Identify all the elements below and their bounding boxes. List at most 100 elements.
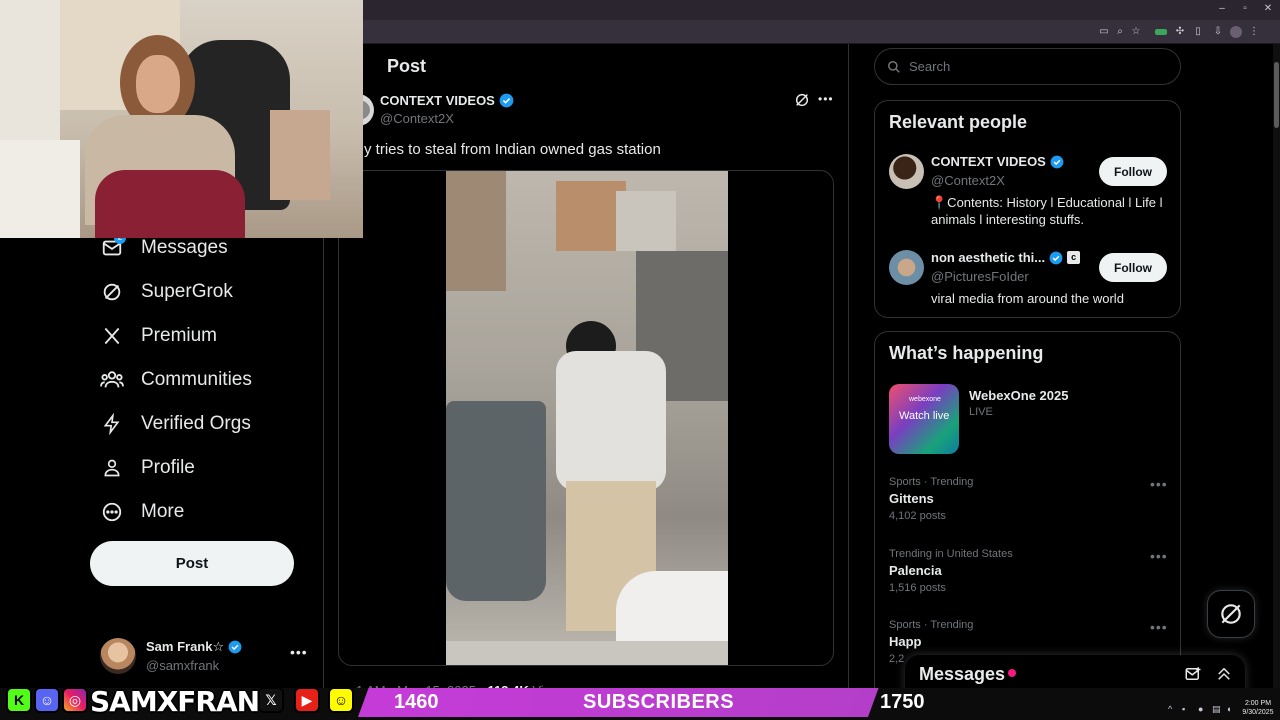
nav-label: Premium — [141, 325, 218, 346]
tweet-author-name-row[interactable]: CONTEXT VIDEOS — [380, 93, 514, 108]
nav-supergrok[interactable]: SuperGrok — [100, 274, 233, 310]
follow-button[interactable]: Follow — [1099, 157, 1167, 186]
puzzle-icon[interactable]: ✣ — [1174, 26, 1186, 38]
nav-label: SuperGrok — [141, 281, 233, 302]
scrollbar[interactable] — [1273, 44, 1280, 688]
x-logo-icon — [100, 324, 124, 348]
tray-app-icon[interactable]: ▪ — [1182, 704, 1185, 714]
video-player[interactable] — [446, 171, 728, 665]
whats-happening-card: What’s happening webexone Watch live Web… — [874, 331, 1181, 701]
post-button[interactable]: Post — [90, 541, 294, 586]
new-message-icon[interactable] — [1184, 665, 1202, 683]
profile-icon[interactable] — [1230, 26, 1242, 38]
relevant-people-card: Relevant people CONTEXT VIDEOS @Context2… — [874, 100, 1181, 318]
menu-dots-icon[interactable]: ⋮ — [1248, 26, 1260, 38]
tweet-text: y tries to steal from Indian owned gas s… — [364, 141, 661, 158]
event-name: WebexOne 2025 — [969, 388, 1069, 403]
search-input[interactable] — [909, 59, 1149, 74]
trend-count: 1,516 posts — [889, 582, 946, 594]
trend-meta: Sports · Trending — [889, 619, 974, 631]
account-name: Sam Frank☆ — [146, 639, 225, 654]
nav-profile[interactable]: Profile — [100, 450, 195, 486]
screen: – ▫ ✕ ▭ ⌕ ☆ ✣ ▯ ⇩ ⋮ 2 Messages SuperGrok… — [0, 0, 1280, 720]
person-name: CONTEXT VIDEOS — [931, 154, 1046, 169]
zoom-icon[interactable]: ⌕ — [1114, 26, 1126, 38]
expand-chevron-icon[interactable] — [1215, 665, 1233, 683]
search-box[interactable] — [874, 48, 1181, 85]
tweet-media[interactable] — [338, 170, 834, 666]
verified-badge-icon — [228, 640, 242, 654]
account-name-row: Sam Frank☆ — [146, 639, 242, 655]
verified-badge-icon — [499, 93, 514, 108]
microphone-icon[interactable]: ● — [1198, 704, 1203, 714]
avatar[interactable] — [889, 154, 924, 189]
lightning-icon — [100, 412, 124, 436]
nav-label: More — [141, 501, 185, 522]
communities-icon — [100, 368, 124, 392]
verified-badge-icon — [1049, 251, 1063, 264]
grok-explain-icon[interactable] — [794, 92, 810, 113]
nav-label: Messages — [141, 237, 228, 258]
person-handle: @PicturesFoIder — [931, 269, 1029, 284]
nav-more[interactable]: More — [100, 494, 184, 530]
trend-name: Palencia — [889, 563, 942, 578]
trend-count: 2,2 — [889, 653, 905, 665]
avatar[interactable] — [889, 250, 924, 285]
tweet-author-handle[interactable]: @Context2X — [380, 111, 454, 126]
follow-button[interactable]: Follow — [1099, 253, 1167, 282]
person-icon — [100, 456, 124, 480]
trend-more-icon[interactable]: ••• — [1150, 619, 1168, 635]
person-name-row: CONTEXT VIDEOS — [931, 154, 1064, 169]
install-icon[interactable]: ▭ — [1098, 26, 1110, 38]
mail-icon: 2 — [100, 232, 126, 260]
network-icon[interactable]: ▤ — [1212, 704, 1221, 715]
trend-meta: Sports · Trending — [889, 476, 974, 488]
card-title: Relevant people — [889, 112, 1028, 132]
nav-communities[interactable]: Communities — [100, 362, 252, 398]
trend-name: Gittens — [889, 491, 934, 506]
account-switcher[interactable]: Sam Frank☆ @samxfrank ••• — [100, 638, 312, 678]
download-icon[interactable]: ⇩ — [1212, 26, 1224, 38]
youtube-icon: ▶ — [294, 687, 320, 713]
taskbar-clock[interactable]: 2:00 PM 9/30/2025 — [1241, 699, 1275, 717]
person-name: non aesthetic thi... — [931, 250, 1046, 265]
extension-icon[interactable] — [1155, 29, 1167, 35]
minimize-icon[interactable]: – — [1211, 3, 1233, 14]
card-title: What’s happening — [889, 343, 1044, 363]
nav-premium[interactable]: Premium — [100, 318, 217, 354]
kick-icon: K — [6, 687, 32, 713]
nav-verified-orgs[interactable]: Verified Orgs — [100, 406, 251, 442]
person-handle: @Context2X — [931, 173, 1005, 188]
trend-more-icon[interactable]: ••• — [1150, 548, 1168, 564]
trend-item[interactable]: Trending in United States Palencia 1,516… — [889, 548, 1169, 600]
volume-icon[interactable]: ◖ — [1226, 704, 1231, 714]
more-dots-icon[interactable]: ••• — [290, 644, 308, 660]
trend-meta: Trending in United States — [889, 548, 1013, 560]
scrollbar-thumb[interactable] — [1274, 62, 1279, 128]
maximize-icon[interactable]: ▫ — [1234, 3, 1256, 14]
trend-item[interactable]: Sports · Trending Gittens 4,102 posts ••… — [889, 476, 1169, 528]
divider — [848, 44, 849, 690]
grok-button[interactable] — [1207, 590, 1255, 638]
bookmark-star-icon[interactable]: ☆ — [1130, 26, 1142, 38]
event-brand: webexone — [909, 396, 941, 403]
subscriber-goal: 1750 — [880, 691, 925, 713]
nav-label: Profile — [141, 457, 195, 478]
webcam-overlay — [0, 0, 363, 238]
unread-dot — [1008, 669, 1016, 677]
tray-chevron-icon[interactable]: ^ — [1168, 704, 1172, 714]
tweet-more-icon[interactable]: ••• — [818, 92, 834, 106]
trend-more-icon[interactable]: ••• — [1150, 476, 1168, 492]
subscriber-count: 1460 — [394, 691, 439, 713]
more-circle-icon — [100, 500, 124, 524]
search-icon — [888, 60, 900, 73]
grok-icon — [100, 280, 124, 304]
close-icon[interactable]: ✕ — [1257, 3, 1279, 14]
trend-name: Happ — [889, 634, 922, 649]
event-thumbnail: webexone Watch live — [889, 384, 959, 454]
sidebar-icon[interactable]: ▯ — [1192, 26, 1204, 38]
affiliate-badge-icon: c — [1067, 251, 1081, 264]
live-event[interactable]: webexone Watch live WebexOne 2025 LIVE — [889, 384, 1169, 456]
grok-icon — [1221, 604, 1241, 624]
page-title: Post — [387, 56, 427, 76]
